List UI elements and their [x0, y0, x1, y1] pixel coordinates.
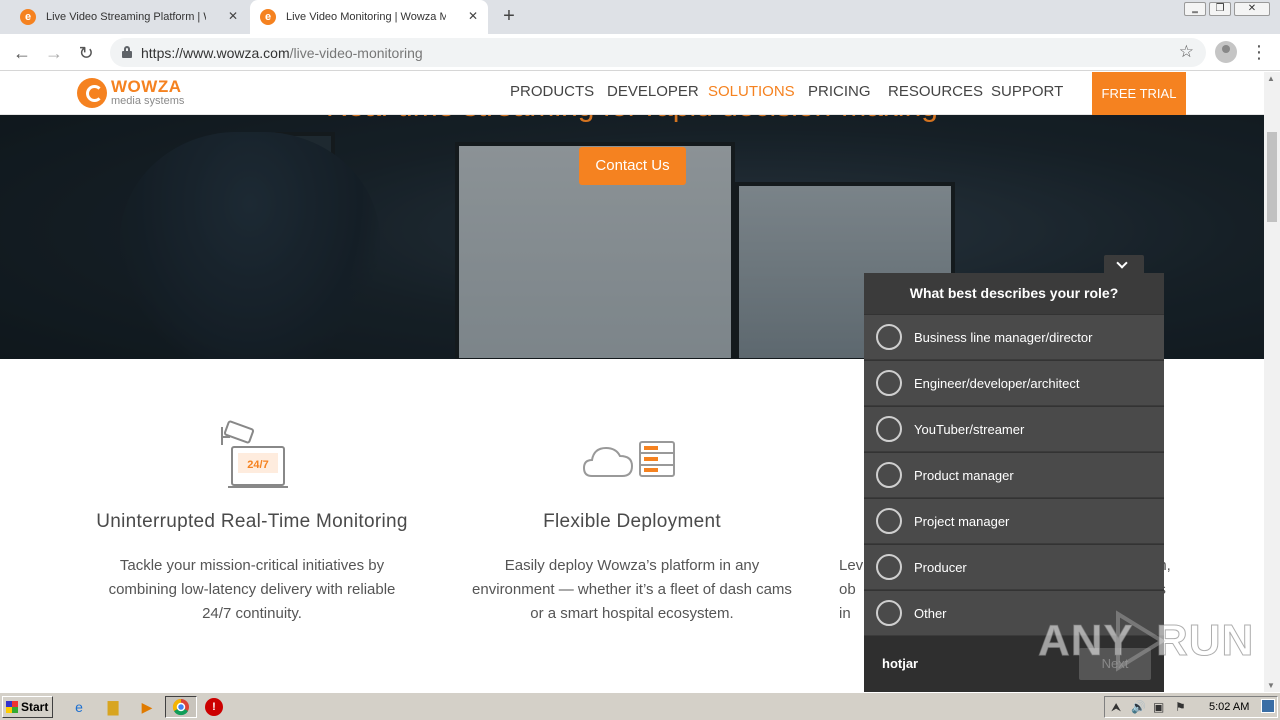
minimize-window-icon[interactable]: ‗ [1184, 2, 1206, 16]
hotjar-logo: hotjar [882, 656, 919, 671]
survey-option[interactable]: Project manager [864, 498, 1164, 543]
browser-tab-2[interactable]: e Live Video Monitoring | Wowza Media ✕ [250, 0, 488, 34]
start-button[interactable]: Start [2, 696, 53, 718]
survey-option[interactable]: Producer [864, 544, 1164, 589]
chrome-taskbar-button[interactable] [165, 696, 197, 718]
feature-title: Flexible Deployment [543, 511, 721, 532]
wowza-logo-icon [77, 78, 107, 108]
wowza-favicon-icon: e [260, 9, 276, 25]
lock-icon [122, 46, 132, 58]
chevron-down-icon [1116, 257, 1128, 269]
tab-title: Live Video Streaming Platform | Wowza [46, 11, 206, 23]
wowza-logo[interactable]: WOWZA media systems [77, 77, 187, 109]
internet-explorer-icon[interactable]: e [70, 698, 88, 716]
cloud-server-icon [582, 441, 675, 477]
media-player-icon[interactable]: ▶ [138, 698, 156, 716]
browser-tabstrip: e Live Video Streaming Platform | Wowza … [0, 0, 1280, 34]
system-tray: ⮝ 🔊 ▣ ⚑ 5:02 AM [1104, 696, 1278, 718]
survey-question: What best describes your role? [909, 285, 1119, 301]
radio-button[interactable] [876, 370, 902, 396]
surveillance-camera-icon: 24/7 [221, 420, 288, 488]
restore-window-icon[interactable]: ❐ [1209, 2, 1231, 16]
nav-support[interactable]: SUPPORT [991, 83, 1063, 100]
windows-taskbar: Start e ▇ ▶ ! ⮝ 🔊 ▣ ⚑ 5:02 AM [0, 692, 1280, 720]
contact-us-button[interactable]: Contact Us [579, 147, 686, 185]
feature-icon-label: 24/7 [247, 459, 268, 471]
address-bar[interactable]: https://www.wowza.com/live-video-monitor… [110, 38, 1206, 67]
feature-description: Easily deploy Wowza’s platform in any env… [472, 557, 792, 622]
radio-button[interactable] [876, 324, 902, 350]
bookmark-star-icon[interactable]: ☆ [1179, 42, 1194, 62]
wowza-favicon-icon: e [20, 9, 36, 25]
browser-menu-icon[interactable]: ⋮ [1250, 40, 1268, 64]
survey-option[interactable]: Product manager [864, 452, 1164, 497]
survey-option[interactable]: YouTuber/streamer [864, 406, 1164, 451]
nav-solutions[interactable]: SOLUTIONS [708, 83, 795, 100]
nav-pricing[interactable]: PRICING [808, 83, 871, 100]
nav-products[interactable]: PRODUCTS [510, 83, 594, 100]
nav-developer[interactable]: DEVELOPER [607, 83, 699, 100]
forward-arrow-icon[interactable]: → [42, 41, 66, 65]
nav-resources[interactable]: RESOURCES [888, 83, 983, 100]
survey-option[interactable]: Business line manager/director [864, 314, 1164, 359]
tray-expand-icon[interactable]: ⮝ [1111, 700, 1121, 715]
tab-title: Live Video Monitoring | Wowza Media [286, 11, 446, 23]
taskbar-clock[interactable]: 5:02 AM [1209, 701, 1249, 713]
volume-icon[interactable]: 🔊 [1131, 700, 1146, 714]
survey-collapse-button[interactable] [1104, 255, 1144, 275]
action-center-flag-icon[interactable]: ⚑ [1175, 700, 1186, 714]
profile-avatar-icon[interactable] [1215, 41, 1237, 63]
anyrun-watermark: ANY RUN [1038, 610, 1254, 675]
back-arrow-icon[interactable]: ← [10, 41, 34, 65]
url-text: https://www.wowza.com/live-video-monitor… [141, 45, 423, 61]
radio-button[interactable] [876, 600, 902, 626]
reload-icon[interactable]: ↻ [74, 41, 98, 65]
browser-toolbar: ← → ↻ https://www.wowza.com/live-video-m… [0, 34, 1280, 71]
site-header: WOWZA media systems PRODUCTS DEVELOPER S… [0, 72, 1264, 115]
scrollbar-thumb[interactable] [1267, 132, 1277, 222]
radio-button[interactable] [876, 554, 902, 580]
new-tab-button[interactable]: + [498, 5, 520, 27]
browser-tab-1[interactable]: e Live Video Streaming Platform | Wowza … [10, 0, 248, 34]
radio-button[interactable] [876, 416, 902, 442]
show-desktop-icon[interactable] [1261, 699, 1275, 713]
radio-button[interactable] [876, 462, 902, 488]
scroll-down-icon[interactable]: ▼ [1267, 681, 1275, 690]
close-tab-icon[interactable]: ✕ [226, 9, 240, 23]
network-icon[interactable]: ▣ [1153, 700, 1164, 714]
chrome-icon [172, 698, 189, 716]
feature-description: Tackle your mission-critical initiatives… [108, 557, 396, 622]
close-tab-icon[interactable]: ✕ [466, 9, 480, 23]
page-scrollbar[interactable]: ▲ ▼ [1264, 72, 1280, 692]
feature-title: Uninterrupted Real-Time Monitoring [96, 511, 408, 532]
radio-button[interactable] [876, 508, 902, 534]
survey-option[interactable]: Engineer/developer/architect [864, 360, 1164, 405]
alert-app-icon[interactable]: ! [205, 698, 223, 716]
windows-flag-icon [6, 701, 18, 713]
free-trial-button[interactable]: FREE TRIAL [1092, 72, 1186, 115]
scroll-up-icon[interactable]: ▲ [1267, 74, 1275, 83]
close-window-icon[interactable]: ✕ [1234, 2, 1270, 16]
folder-icon[interactable]: ▇ [104, 698, 122, 716]
